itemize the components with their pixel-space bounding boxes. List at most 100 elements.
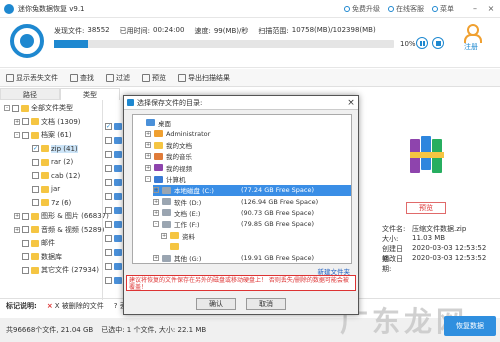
menu-link[interactable]: 菜单 <box>432 4 454 14</box>
expand-toggle-icon[interactable]: - <box>153 221 159 228</box>
pause-button[interactable] <box>416 37 428 49</box>
file-row[interactable] <box>105 162 125 174</box>
file-row[interactable] <box>105 120 125 132</box>
tree-item[interactable]: cab (12) <box>24 170 80 182</box>
folder-tree-item[interactable]: 桌面 <box>137 117 171 128</box>
register-button[interactable]: 注册 <box>456 24 486 52</box>
tree-item[interactable]: 邮件 <box>14 237 55 249</box>
file-row[interactable] <box>105 232 125 244</box>
dialog-ok-button[interactable]: 确认 <box>196 298 236 310</box>
tab-path[interactable]: 路径 <box>0 88 60 100</box>
expand-toggle-icon[interactable]: + <box>153 255 159 262</box>
dialog-cancel-button[interactable]: 取消 <box>246 298 286 310</box>
folder-tree-item[interactable]: + 我的文档 <box>145 140 192 151</box>
folder-tree-item[interactable] <box>161 241 182 252</box>
expand-toggle-icon[interactable]: + <box>145 153 151 160</box>
file-checkbox[interactable] <box>105 276 112 284</box>
dialog-close-button[interactable]: × <box>344 98 358 108</box>
file-row[interactable] <box>105 274 125 286</box>
expand-toggle-icon[interactable]: + <box>153 187 159 194</box>
expand-toggle-icon[interactable]: + <box>145 164 151 171</box>
tree-checkbox[interactable] <box>22 131 29 139</box>
expand-toggle-icon[interactable]: + <box>153 209 159 216</box>
folder-tree-item[interactable]: - 计算机 <box>145 174 186 185</box>
folder-tree-item[interactable]: + 本地磁盘 (C:) (77.24 GB Free Space) <box>153 184 351 196</box>
folder-tree-item[interactable]: + 其他 (G:) (19.91 GB Free Space) <box>153 253 314 263</box>
support-link[interactable]: 在线客服 <box>388 4 424 14</box>
tree-checkbox[interactable] <box>22 212 29 220</box>
file-row[interactable] <box>105 246 125 258</box>
folder-tree-item[interactable]: + 我的视频 <box>145 162 192 173</box>
expand-toggle-icon[interactable]: + <box>161 232 167 239</box>
file-row[interactable] <box>105 134 125 146</box>
tree-item[interactable]: rar (2) <box>24 156 73 168</box>
close-window-button[interactable]: × <box>486 4 496 14</box>
tree-checkbox[interactable] <box>22 118 29 125</box>
preview-toolbar-button[interactable]: 预览 <box>142 73 166 83</box>
folder-tree-item[interactable]: + 我的音乐 <box>145 151 192 162</box>
file-row[interactable] <box>105 176 125 188</box>
file-checkbox[interactable] <box>105 164 112 172</box>
file-checkbox[interactable] <box>105 150 112 158</box>
expand-toggle-icon[interactable]: - <box>14 132 20 138</box>
tree-checkbox[interactable] <box>22 239 29 247</box>
file-row[interactable] <box>105 218 125 230</box>
tree-item[interactable]: 7z (6) <box>24 197 71 209</box>
tree-item[interactable]: zip (41) <box>24 143 78 155</box>
file-row[interactable] <box>105 190 125 202</box>
tree-item[interactable]: - 全部文件类型 <box>4 102 73 114</box>
file-checkbox[interactable] <box>105 178 112 186</box>
tree-checkbox[interactable] <box>32 199 39 206</box>
file-checkbox[interactable] <box>105 234 112 242</box>
tree-item[interactable]: 其它文件 (27934) <box>14 264 99 276</box>
file-row[interactable] <box>105 148 125 160</box>
expand-toggle-icon[interactable]: - <box>145 176 151 182</box>
tree-checkbox[interactable] <box>22 253 29 260</box>
upgrade-link[interactable]: 免费升级 <box>344 4 380 14</box>
file-checkbox[interactable] <box>105 262 112 270</box>
minimize-button[interactable]: – <box>470 4 480 14</box>
expand-toggle-icon[interactable]: + <box>14 213 20 219</box>
tree-item[interactable]: 数据库 <box>14 251 62 263</box>
file-checkbox[interactable] <box>105 192 112 200</box>
tree-checkbox[interactable] <box>32 145 39 152</box>
export-button[interactable]: 导出扫描结果 <box>178 73 230 83</box>
expand-toggle-icon[interactable]: + <box>153 198 159 205</box>
folder-tree-item[interactable]: + Administrator <box>145 128 210 139</box>
expand-toggle-icon[interactable]: + <box>145 142 151 149</box>
tree-item[interactable]: + 图形 & 图片 (66837) <box>14 210 109 222</box>
tree-item[interactable]: - 档案 (61) <box>14 129 72 141</box>
file-checkbox[interactable] <box>105 206 112 214</box>
tree-checkbox[interactable] <box>12 104 19 112</box>
expand-toggle-icon[interactable]: + <box>145 130 151 137</box>
tree-checkbox[interactable] <box>22 226 29 233</box>
folder-tree-item[interactable]: - 工作 (F:) (79.85 GB Free Space) <box>153 219 314 230</box>
find-button[interactable]: 查找 <box>70 73 94 83</box>
tree-checkbox[interactable] <box>32 185 39 193</box>
tree-checkbox[interactable] <box>32 172 39 179</box>
tree-checkbox[interactable] <box>32 158 39 166</box>
folder-tree-item[interactable]: + 软件 (D:) (126.94 GB Free Space) <box>153 196 318 207</box>
folder-tree-item[interactable]: + 资料 <box>161 230 195 241</box>
stat-range: 扫描范围: 10758(MB)/102398(MB) <box>258 26 376 35</box>
preview-button[interactable]: 预览 <box>406 202 446 214</box>
show-lost-files-button[interactable]: 显示丢失文件 <box>6 73 58 83</box>
tree-item[interactable]: + 音频 & 视频 (5289) <box>14 224 104 236</box>
filter-button[interactable]: 过滤 <box>106 73 130 83</box>
recover-data-button[interactable]: 恢复数据 <box>444 316 496 336</box>
file-checkbox[interactable] <box>105 248 112 256</box>
file-checkbox[interactable] <box>105 220 112 228</box>
file-row[interactable] <box>105 260 125 272</box>
tab-type[interactable]: 类型 <box>60 88 120 100</box>
file-checkbox[interactable] <box>105 136 112 144</box>
expand-toggle-icon[interactable]: - <box>4 105 10 111</box>
file-checkbox[interactable] <box>105 122 112 130</box>
tree-checkbox[interactable] <box>22 266 29 274</box>
expand-toggle-icon[interactable]: + <box>14 226 20 233</box>
expand-toggle-icon[interactable]: + <box>14 118 20 125</box>
tree-item[interactable]: jar <box>24 183 60 195</box>
file-row[interactable] <box>105 204 125 216</box>
tree-item[interactable]: + 文档 (1309) <box>14 116 81 128</box>
folder-tree-item[interactable]: + 文档 (E:) (90.73 GB Free Space) <box>153 207 314 218</box>
stop-button[interactable] <box>432 37 444 49</box>
